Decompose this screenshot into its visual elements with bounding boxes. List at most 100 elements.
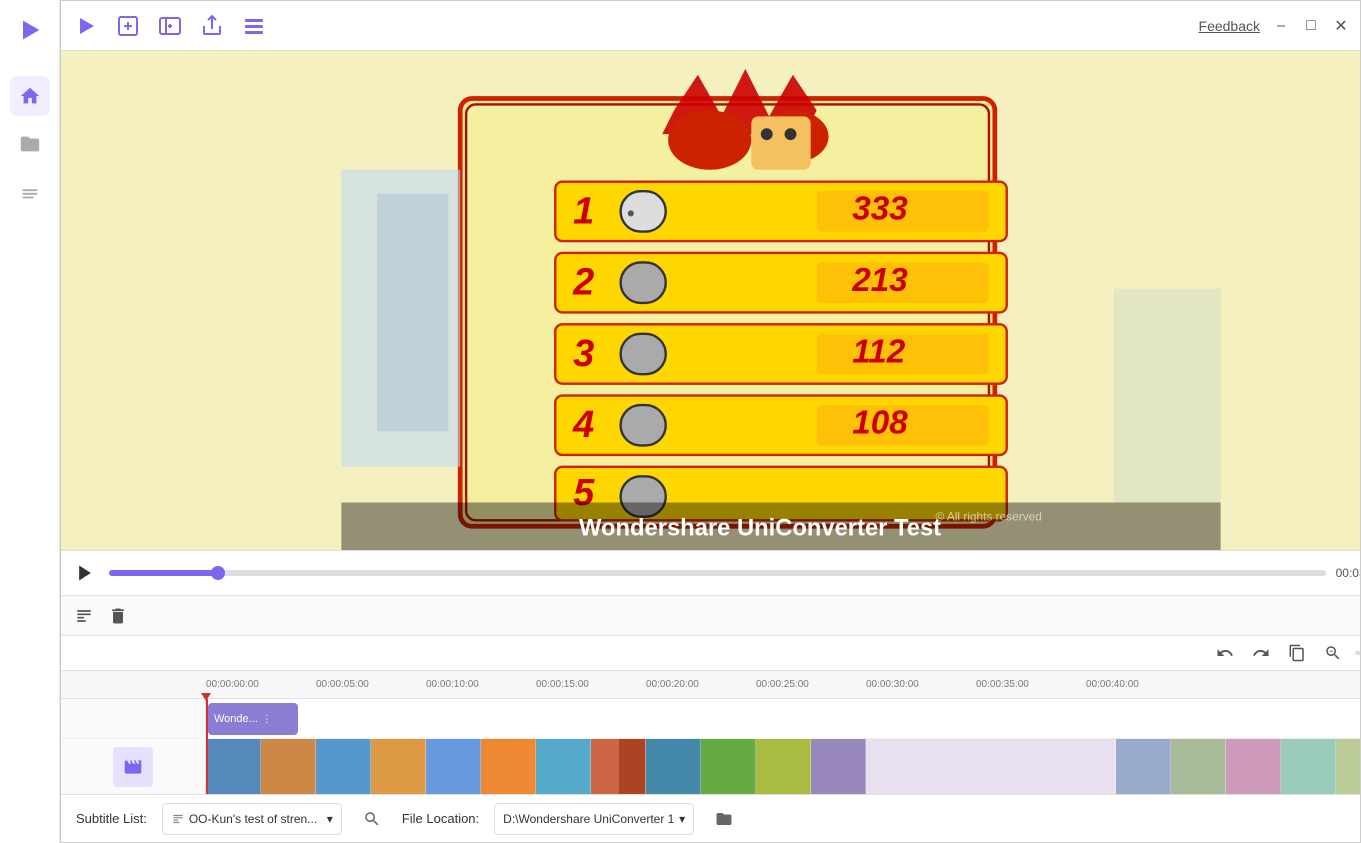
ruler-mark-8: 00:00:40:00 xyxy=(1086,679,1196,690)
video-strip xyxy=(206,739,1360,794)
svg-text:4: 4 xyxy=(572,404,594,446)
ruler-mark-0: 00:00:00:00 xyxy=(206,679,316,690)
svg-text:333: 333 xyxy=(852,191,908,228)
sidebar-item-home[interactable] xyxy=(10,76,50,116)
video-controls: 00:03/00:31 CC xyxy=(61,550,1360,595)
time-display: 00:03/00:31 xyxy=(1336,566,1360,580)
zoom-out-icon[interactable] xyxy=(1319,639,1347,667)
content-area: 1 ● 333 2 213 xyxy=(61,51,1360,842)
play-button[interactable] xyxy=(71,559,99,587)
close-button[interactable]: ✕ xyxy=(1332,17,1350,35)
svg-text:Wondershare UniConverter Test: Wondershare UniConverter Test xyxy=(579,515,941,542)
subtitle-track: Wonde... ⋮ xyxy=(61,699,1360,739)
vthumb-13 xyxy=(866,739,1116,794)
maximize-button[interactable]: □ xyxy=(1302,17,1320,35)
vthumb-12 xyxy=(811,739,866,794)
video-frame: 1 ● 333 2 213 xyxy=(61,51,1360,550)
folder-browse-button[interactable] xyxy=(709,804,739,834)
svg-text:3: 3 xyxy=(573,333,594,375)
vthumb-9 xyxy=(646,739,701,794)
title-bar: Feedback ⎯ □ ✕ xyxy=(61,1,1360,51)
zoom-slider[interactable] xyxy=(1355,651,1360,655)
title-bar-left xyxy=(71,11,269,41)
subtitle-list-label: Subtitle List: xyxy=(76,811,147,826)
new-project-icon[interactable] xyxy=(113,11,143,41)
settings-icon[interactable] xyxy=(239,11,269,41)
app-logo xyxy=(71,11,101,41)
svg-text:2: 2 xyxy=(572,262,594,304)
progress-bar[interactable] xyxy=(109,570,1326,576)
file-path-select[interactable]: D:\Wondershare UniConverter 1 ▾ xyxy=(494,803,694,835)
video-strip-content xyxy=(206,739,1360,794)
ruler-mark-2: 00:00:10:00 xyxy=(426,679,536,690)
file-path-dropdown-arrow: ▾ xyxy=(679,812,685,826)
video-section: 1 ● 333 2 213 xyxy=(61,51,1360,842)
timeline-container: Wonde... ⋮ xyxy=(61,699,1360,794)
subtitle-select[interactable]: OO-Kun's test of stren... ▾ xyxy=(162,803,342,835)
video-track xyxy=(61,739,1360,794)
track-label-video xyxy=(61,739,206,794)
video-track-thumb xyxy=(113,747,153,787)
subtitle-search-button[interactable] xyxy=(357,804,387,834)
subtitle-clip[interactable]: Wonde... ⋮ xyxy=(208,703,298,735)
ruler-mark-1: 00:00:05:00 xyxy=(316,679,426,690)
sidebar xyxy=(0,0,60,843)
ruler-mark-7: 00:00:35:00 xyxy=(976,679,1086,690)
sidebar-item-tools[interactable] xyxy=(10,172,50,212)
ruler-mark-5: 00:00:25:00 xyxy=(756,679,866,690)
app-window: Feedback ⎯ □ ✕ xyxy=(60,0,1361,843)
redo-icon[interactable] xyxy=(1247,639,1275,667)
minimize-button[interactable]: ⎯ xyxy=(1272,17,1290,35)
subtitle-file-name: OO-Kun's test of stren... xyxy=(189,812,327,826)
copy-icon[interactable] xyxy=(1283,639,1311,667)
track-content-subtitle: Wonde... ⋮ xyxy=(206,699,1360,738)
svg-text:●: ● xyxy=(627,205,636,221)
subtitle-clip-label: Wonde... xyxy=(214,713,258,725)
subtitle-dropdown-arrow: ▾ xyxy=(327,812,333,826)
ruler-mark-4: 00:00:20:00 xyxy=(646,679,756,690)
ruler-mark-6: 00:00:30:00 xyxy=(866,679,976,690)
vthumb-10 xyxy=(701,739,756,794)
timeline-area: 00:00:00:00 00:00:05:00 00:00:10:00 00:0… xyxy=(61,635,1360,794)
vthumb-3 xyxy=(316,739,371,794)
svg-text:213: 213 xyxy=(851,262,908,299)
svg-text:108: 108 xyxy=(852,405,908,442)
export-icon[interactable] xyxy=(197,11,227,41)
video-panel-area: 1 ● 333 2 213 xyxy=(61,51,1360,842)
vthumb-4 xyxy=(371,739,426,794)
timeline-ruler: 00:00:00:00 00:00:05:00 00:00:10:00 00:0… xyxy=(61,671,1360,699)
vthumb-18 xyxy=(1336,739,1360,794)
sidebar-item-projects[interactable] xyxy=(10,124,50,164)
vthumb-14 xyxy=(1116,739,1171,794)
sidebar-logo xyxy=(10,10,50,50)
ruler-mark-3: 00:00:15:00 xyxy=(536,679,646,690)
vthumb-2 xyxy=(261,739,316,794)
vthumb-7 xyxy=(536,739,591,794)
progress-fill xyxy=(109,570,218,576)
svg-text:1: 1 xyxy=(573,190,594,232)
file-location-label: File Location: xyxy=(402,811,479,826)
vthumb-15 xyxy=(1171,739,1226,794)
ruler-marks: 00:00:00:00 00:00:05:00 00:00:10:00 00:0… xyxy=(61,679,1196,690)
subtitle-delete-icon[interactable] xyxy=(105,603,131,629)
file-path-text: D:\Wondershare UniConverter 1 xyxy=(503,812,679,826)
subtitle-add-icon[interactable] xyxy=(71,603,97,629)
subtitle-clip-icon: ⋮ xyxy=(262,714,272,725)
vthumb-5 xyxy=(426,739,481,794)
video-player: 1 ● 333 2 213 xyxy=(61,51,1360,550)
svg-text:© All rights reserved: © All rights reserved xyxy=(935,509,1041,523)
bottom-bar: Subtitle List: OO-Kun's test of stren...… xyxy=(61,794,1360,842)
vthumb-11 xyxy=(756,739,811,794)
vthumb-1 xyxy=(206,739,261,794)
vthumb-17 xyxy=(1281,739,1336,794)
playhead xyxy=(206,699,208,794)
main-area: 1 ● 333 2 213 xyxy=(61,51,1360,842)
feedback-link[interactable]: Feedback xyxy=(1199,18,1260,34)
timeline-actions xyxy=(61,636,1360,671)
title-bar-right: Feedback ⎯ □ ✕ xyxy=(1199,17,1350,35)
undo-icon[interactable] xyxy=(1211,639,1239,667)
add-media-icon[interactable] xyxy=(155,11,185,41)
subtitle-toolbar xyxy=(61,595,1360,635)
playhead-triangle xyxy=(201,693,211,701)
progress-thumb xyxy=(211,566,225,580)
